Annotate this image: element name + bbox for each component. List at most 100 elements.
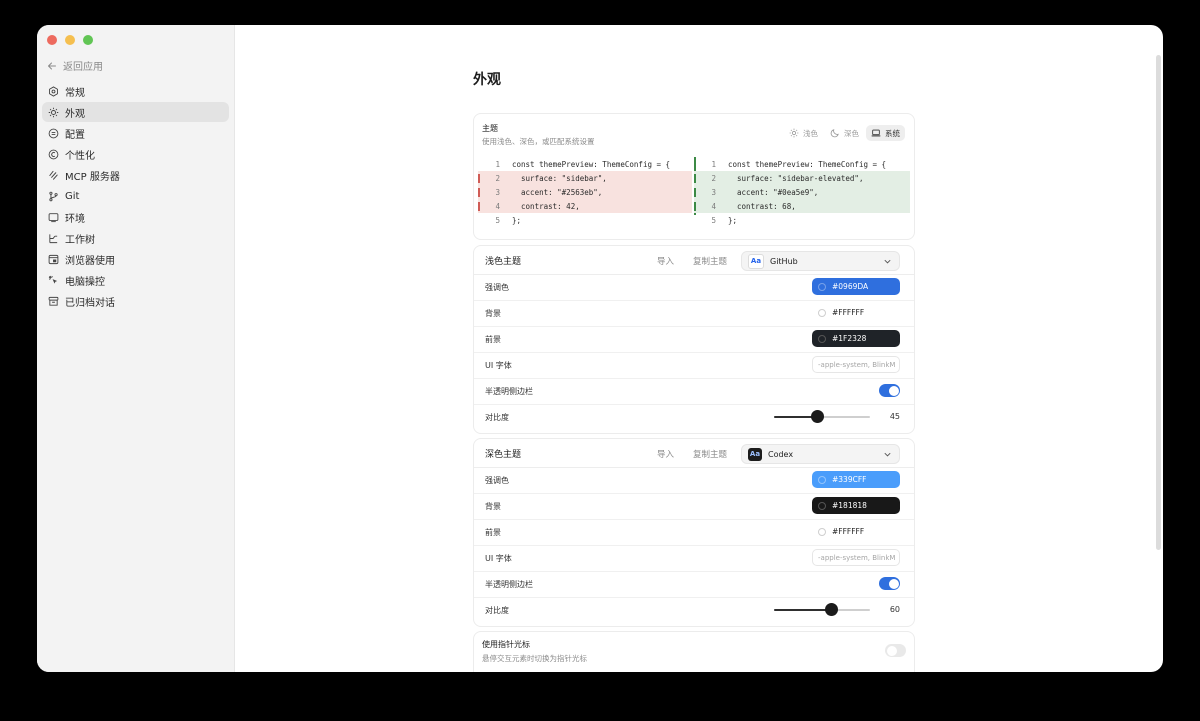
dark-accent-row: 强调色 #339CFF xyxy=(474,467,914,494)
light-translucent-row: 半透明侧边栏 xyxy=(474,378,914,405)
light-foreground-label: 前景 xyxy=(485,335,501,344)
config-icon xyxy=(48,128,59,139)
personalize-icon xyxy=(48,149,59,160)
mode-system-label: 系统 xyxy=(885,128,900,138)
light-accent-value: #0969DA xyxy=(832,282,869,291)
theme-preview-icon: Aa xyxy=(748,253,764,269)
light-import-button[interactable]: 导入 xyxy=(657,255,674,267)
color-swatch xyxy=(818,282,826,291)
dark-background-color-input[interactable]: #181818 xyxy=(812,497,900,514)
pointer-cursor-subtitle: 悬停交互元素时切换为指针光标 xyxy=(482,654,587,663)
line-number: 2 xyxy=(694,173,722,183)
sidebar: 返回应用 常规 外观 配置 个性化 MCP 服务器 Git 环境 工作树 浏览器… xyxy=(37,25,235,672)
line-number: 5 xyxy=(711,215,716,225)
dark-ui-font-label: UI 字体 xyxy=(485,554,512,563)
line-number: 3 xyxy=(694,187,722,197)
light-contrast-value: 45 xyxy=(889,412,900,421)
code-line: }; xyxy=(728,215,738,225)
sidebar-item-label: 已归档对话 xyxy=(65,297,115,309)
light-copy-theme-button[interactable]: 复制主题 xyxy=(693,255,727,267)
dark-import-button[interactable]: 导入 xyxy=(657,448,674,460)
light-contrast-label: 对比度 xyxy=(485,413,509,422)
dark-theme-select-value: Codex xyxy=(768,449,794,459)
slider-thumb[interactable] xyxy=(825,603,839,616)
light-theme-select[interactable]: Aa GitHub xyxy=(741,251,900,271)
theme-card: 主题 使用浅色、深色，或匹配系统设置 浅色 深色 系统 1 const them… xyxy=(473,113,915,240)
traffic-lights xyxy=(47,35,93,45)
minimize-window-button[interactable] xyxy=(65,35,75,45)
dark-ui-font-input[interactable]: -apple-system, BlinkM xyxy=(812,549,900,566)
toggle-knob xyxy=(888,385,899,396)
light-ui-font-input[interactable]: -apple-system, BlinkM xyxy=(812,356,900,373)
line-number: 4 xyxy=(478,201,506,211)
theme-mode-selector: 浅色 深色 系统 xyxy=(784,125,905,141)
slider-thumb[interactable] xyxy=(810,410,824,423)
dark-copy-theme-button[interactable]: 复制主题 xyxy=(693,448,727,460)
sidebar-item-browser[interactable]: 浏览器使用 xyxy=(42,249,229,269)
line-number: 3 xyxy=(478,187,506,197)
code-line: contrast: 42, xyxy=(512,201,580,211)
light-foreground-row: 前景 #1F2328 xyxy=(474,326,914,353)
light-translucent-toggle[interactable] xyxy=(879,384,900,397)
color-swatch xyxy=(818,475,826,484)
sidebar-item-archived[interactable]: 已归档对话 xyxy=(42,291,229,311)
diff-pane-new: 1 const themePreview: ThemeConfig = { 2 … xyxy=(694,157,910,231)
dark-accent-label: 强调色 xyxy=(485,476,509,485)
dark-background-row: 背景 #181818 xyxy=(474,493,914,520)
sidebar-item-environment[interactable]: 环境 xyxy=(42,207,229,227)
mode-light-button[interactable]: 浅色 xyxy=(784,125,823,141)
diff-line-added: 4 contrast: 68, xyxy=(694,199,910,213)
dark-ui-font-row: UI 字体 -apple-system, BlinkM xyxy=(474,545,914,572)
sidebar-item-config[interactable]: 配置 xyxy=(42,123,229,143)
diff-line-removed: 3 accent: "#2563eb", xyxy=(478,185,692,199)
sidebar-item-git[interactable]: Git xyxy=(42,186,229,206)
dark-background-value: #181818 xyxy=(832,501,867,510)
pointer-cursor-toggle[interactable] xyxy=(885,644,906,657)
sidebar-item-computer-control[interactable]: 电脑操控 xyxy=(42,270,229,290)
arrow-left-icon xyxy=(48,62,56,69)
sidebar-item-worktree[interactable]: 工作树 xyxy=(42,228,229,248)
diff-line-removed: 4 contrast: 42, xyxy=(478,199,692,213)
close-window-button[interactable] xyxy=(47,35,57,45)
scrollbar[interactable] xyxy=(1156,55,1161,550)
code-line: const themePreview: ThemeConfig = { xyxy=(512,159,671,169)
zoom-window-button[interactable] xyxy=(83,35,93,45)
dark-theme-select[interactable]: Aa Codex xyxy=(741,444,900,464)
sidebar-item-personalize[interactable]: 个性化 xyxy=(42,144,229,164)
light-contrast-slider[interactable] xyxy=(774,410,870,423)
sidebar-item-general[interactable]: 常规 xyxy=(42,81,229,101)
diff-line: 5 }; xyxy=(694,213,910,227)
mcp-icon xyxy=(48,170,59,181)
dark-contrast-slider[interactable] xyxy=(774,603,870,616)
mode-system-button[interactable]: 系统 xyxy=(866,125,905,141)
dark-theme-section: 深色主题 导入 复制主题 Aa Codex 强调色 #339CFF 背景 #18… xyxy=(473,438,915,627)
dark-foreground-color-input[interactable]: #FFFFFF xyxy=(812,523,900,540)
mode-dark-label: 深色 xyxy=(844,128,859,138)
theme-title: 主题 xyxy=(482,124,498,133)
diff-line-removed: 2 surface: "sidebar", xyxy=(478,171,692,185)
back-to-app-link[interactable]: 返回应用 xyxy=(47,58,103,73)
light-theme-select-value: GitHub xyxy=(770,256,798,266)
light-background-label: 背景 xyxy=(485,309,501,318)
light-accent-color-input[interactable]: #0969DA xyxy=(812,278,900,295)
sidebar-item-label: 个性化 xyxy=(65,150,95,162)
sidebar-item-appearance[interactable]: 外观 xyxy=(42,102,229,122)
git-branch-icon xyxy=(48,191,59,202)
code-line: contrast: 68, xyxy=(728,201,796,211)
line-number: 1 xyxy=(711,159,716,169)
sidebar-item-label: MCP 服务器 xyxy=(65,171,120,183)
code-line: accent: "#2563eb", xyxy=(512,187,603,197)
sidebar-item-label: 外观 xyxy=(65,108,85,120)
mode-dark-button[interactable]: 深色 xyxy=(825,125,864,141)
code-line: surface: "sidebar", xyxy=(512,173,607,183)
dark-accent-color-input[interactable]: #339CFF xyxy=(812,471,900,488)
light-background-color-input[interactable]: #FFFFFF xyxy=(812,304,900,321)
line-number: 2 xyxy=(478,173,506,183)
browser-icon xyxy=(48,254,59,265)
dark-foreground-value: #FFFFFF xyxy=(832,527,865,536)
sidebar-item-mcp[interactable]: MCP 服务器 xyxy=(42,165,229,185)
light-foreground-color-input[interactable]: #1F2328 xyxy=(812,330,900,347)
dark-translucent-toggle[interactable] xyxy=(879,577,900,590)
dark-contrast-label: 对比度 xyxy=(485,606,509,615)
dark-theme-title: 深色主题 xyxy=(485,450,522,460)
